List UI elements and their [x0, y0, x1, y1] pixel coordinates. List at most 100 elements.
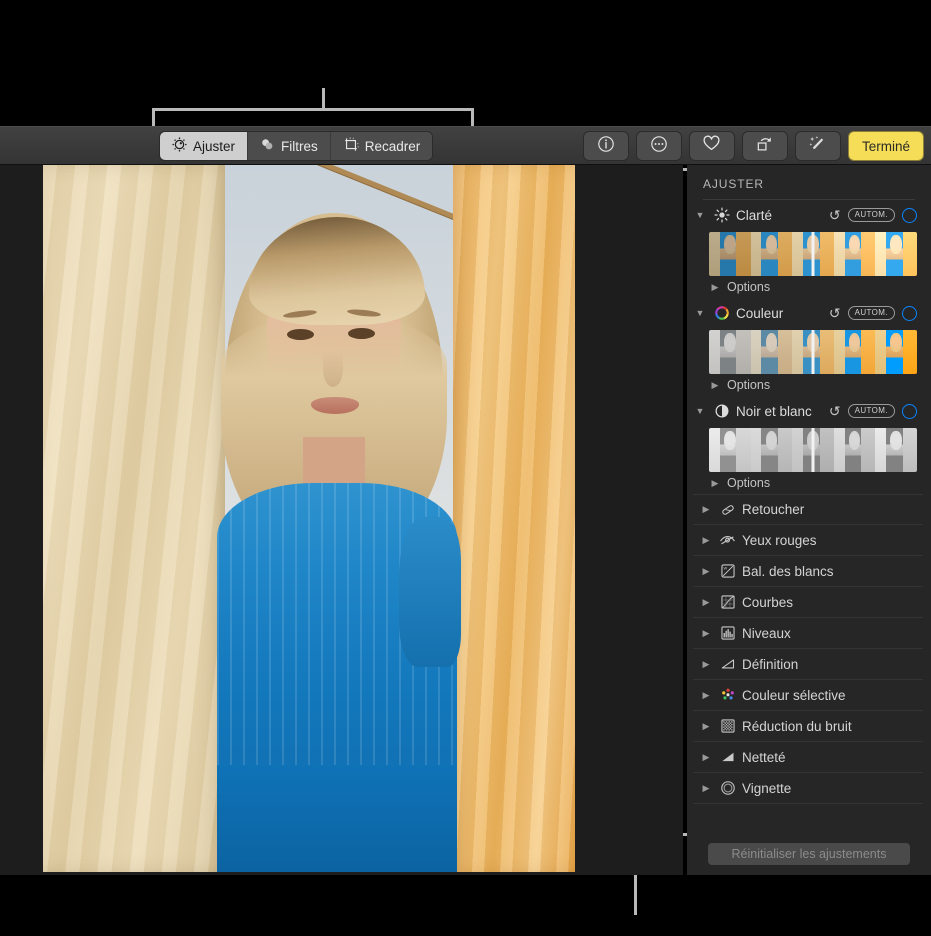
curves-icon: [719, 594, 736, 611]
variant-selection-marker[interactable]: [811, 428, 815, 472]
editor-window: Ajuster Filtres Recadrer Terminé AJUSTER…: [0, 0, 931, 936]
brightness-sun-icon: [713, 207, 730, 224]
adjustment-clarte-label: Clarté: [736, 207, 773, 223]
variant-thumbnail[interactable]: [709, 232, 751, 276]
adjustment-definition[interactable]: ▶ Définition: [693, 649, 923, 680]
chevron-right-icon[interactable]: ▶: [709, 478, 721, 489]
auto-button[interactable]: AUTOM.: [847, 208, 895, 222]
enable-toggle-couleur[interactable]: [902, 305, 917, 321]
favorite-button[interactable]: [689, 132, 734, 160]
adjustment-vignette[interactable]: ▶ Vignette: [693, 773, 923, 804]
revert-icon[interactable]: ↺: [829, 403, 841, 420]
clarte-variant-strip[interactable]: [709, 232, 917, 276]
variant-thumbnail[interactable]: [833, 428, 876, 472]
revert-icon[interactable]: ↺: [829, 305, 841, 322]
adjustment-yeux-rouges-label: Yeux rouges: [742, 532, 817, 548]
adjustment-bal-des-blancs[interactable]: ▶ W Bal. des blancs: [693, 556, 923, 587]
chevron-down-icon[interactable]: ▼: [693, 210, 707, 220]
chevron-right-icon[interactable]: ▶: [699, 597, 713, 608]
chevron-right-icon[interactable]: ▶: [709, 282, 721, 293]
noir-et-blanc-options-row[interactable]: ▶ Options: [687, 472, 931, 494]
enable-toggle-clarte[interactable]: [902, 207, 917, 223]
chevron-right-icon[interactable]: ▶: [699, 752, 713, 763]
chevron-right-icon[interactable]: ▶: [699, 721, 713, 732]
variant-thumbnail[interactable]: [875, 232, 917, 276]
variant-thumbnail[interactable]: [875, 330, 917, 374]
revert-icon[interactable]: ↺: [829, 207, 841, 224]
enhance-button[interactable]: [795, 132, 840, 160]
clarte-options-row[interactable]: ▶ Options: [687, 276, 931, 298]
variant-thumbnail[interactable]: [709, 330, 751, 374]
reset-adjustments-button[interactable]: Réinitialiser les ajustements: [708, 843, 910, 865]
info-circle-icon: [597, 135, 615, 158]
toolbar: Ajuster Filtres Recadrer Terminé: [0, 126, 931, 165]
selective-color-dots-icon: [719, 687, 736, 704]
variant-selection-marker[interactable]: [811, 232, 815, 276]
variant-selection-marker[interactable]: [811, 330, 815, 374]
chevron-right-icon[interactable]: ▶: [699, 628, 713, 639]
tab-ajuster[interactable]: Ajuster: [160, 132, 249, 160]
adjustment-definition-label: Définition: [742, 656, 799, 672]
tab-filtres-label: Filtres: [281, 138, 318, 154]
adjustment-couleur-selective[interactable]: ▶ Couleur sélective: [693, 680, 923, 711]
adjustment-couleur[interactable]: ▼ Couleur ↺ AUTOM.: [687, 298, 931, 328]
vignette-circle-icon: [719, 780, 736, 797]
rotate-icon: [755, 134, 774, 158]
rotate-button[interactable]: [742, 132, 787, 160]
tab-recadrer[interactable]: Recadrer: [330, 132, 433, 160]
mode-segmented-control[interactable]: Ajuster Filtres Recadrer: [160, 132, 433, 160]
chevron-right-icon[interactable]: ▶: [709, 380, 721, 391]
adjustment-couleur-label: Couleur: [736, 305, 784, 321]
adjustment-nettete[interactable]: ▶ Netteté: [693, 742, 923, 773]
adjustment-reduction-du-bruit[interactable]: ▶ Réduction du bruit: [693, 711, 923, 742]
auto-button[interactable]: AUTOM.: [847, 306, 895, 320]
auto-button[interactable]: AUTOM.: [847, 404, 895, 418]
adjustment-clarte[interactable]: ▼ Clarté ↺ AUTOM.: [687, 200, 931, 230]
info-button[interactable]: [583, 132, 628, 160]
adjustment-vignette-label: Vignette: [742, 780, 792, 796]
photo-canvas: [0, 165, 683, 875]
adjust-dial-icon: [172, 137, 187, 155]
noir-et-blanc-variant-strip[interactable]: [709, 428, 917, 472]
chevron-right-icon[interactable]: ▶: [699, 535, 713, 546]
contrast-half-circle-icon: [713, 403, 730, 420]
variant-thumbnail[interactable]: [750, 232, 793, 276]
noise-reduction-icon: [719, 718, 736, 735]
variant-thumbnail[interactable]: [750, 428, 793, 472]
definition-triangle-icon: [719, 656, 736, 673]
adjustment-noir-et-blanc[interactable]: ▼ Noir et blanc ↺ AUTOM.: [687, 396, 931, 426]
chevron-right-icon[interactable]: ▶: [699, 504, 713, 515]
bandage-retouch-icon: [719, 501, 736, 518]
variant-thumbnail[interactable]: [709, 428, 751, 472]
photo-preview[interactable]: [43, 165, 575, 872]
filters-circles-icon: [260, 137, 275, 155]
done-button[interactable]: Terminé: [848, 132, 923, 160]
adjustment-nettete-label: Netteté: [742, 749, 786, 765]
chevron-down-icon[interactable]: ▼: [693, 406, 707, 416]
tab-recadrer-label: Recadrer: [364, 138, 421, 154]
chevron-down-icon[interactable]: ▼: [693, 308, 707, 318]
done-button-label: Terminé: [861, 138, 910, 154]
adjust-sidebar: AJUSTER ▼ Clarté ↺ AUTOM. ▶ Options ▼ Co…: [687, 165, 931, 875]
tab-ajuster-label: Ajuster: [193, 138, 236, 154]
variant-thumbnail[interactable]: [833, 330, 876, 374]
adjustment-retoucher[interactable]: ▶ Retoucher: [693, 494, 923, 525]
adjustment-niveaux[interactable]: ▶ Niveaux: [693, 618, 923, 649]
variant-thumbnail[interactable]: [833, 232, 876, 276]
couleur-variant-strip[interactable]: [709, 330, 917, 374]
tab-filtres[interactable]: Filtres: [248, 132, 331, 160]
adjustment-yeux-rouges[interactable]: ▶ Yeux rouges: [693, 525, 923, 556]
toolbar-right-actions: Terminé: [583, 132, 923, 160]
chevron-right-icon[interactable]: ▶: [699, 566, 713, 577]
adjustment-courbes[interactable]: ▶ Courbes: [693, 587, 923, 618]
couleur-options-label: Options: [727, 378, 771, 392]
chevron-right-icon[interactable]: ▶: [699, 783, 713, 794]
chevron-right-icon[interactable]: ▶: [699, 690, 713, 701]
variant-thumbnail[interactable]: [875, 428, 917, 472]
portrait-subject: [211, 165, 461, 872]
enable-toggle-noir-et-blanc[interactable]: [902, 403, 917, 419]
chevron-right-icon[interactable]: ▶: [699, 659, 713, 670]
variant-thumbnail[interactable]: [750, 330, 793, 374]
couleur-options-row[interactable]: ▶ Options: [687, 374, 931, 396]
more-button[interactable]: [636, 132, 681, 160]
